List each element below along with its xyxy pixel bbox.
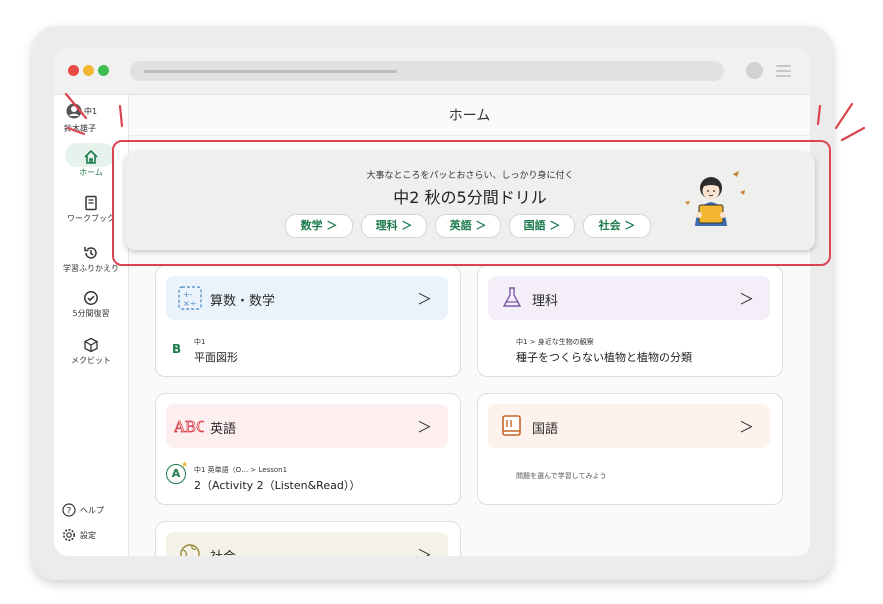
card-title: 国語: [532, 422, 559, 437]
sidebar-item-review[interactable]: 5分間復習: [54, 290, 128, 319]
card-header-math[interactable]: +- ×÷ 算数・数学 ＞: [166, 276, 448, 320]
settings-label: 設定: [80, 531, 96, 540]
drill-banner[interactable]: 大事なところをパッとおさらい、しっかり身に付く 中2 秋の5分間ドリル 数学 ＞…: [125, 152, 815, 250]
card-title: 算数・数学: [210, 294, 276, 309]
subject-card-english[interactable]: ABC 英語 ＞ A ★ 中1 英単語（O… > Lesson1 2（Activ…: [155, 393, 461, 505]
profile-circle-button[interactable]: [746, 62, 763, 79]
banner-science-button[interactable]: 理科 ＞: [361, 214, 427, 238]
subject-card-math[interactable]: +- ×÷ 算数・数学 ＞ B 中1 平面図形: [155, 265, 461, 377]
globe-icon: [180, 544, 200, 556]
sidebar-item-label: ワークブック: [67, 214, 115, 223]
attention-strokes-right: [816, 102, 866, 142]
abc-icon: ABC: [174, 418, 204, 437]
sidebar-item-history[interactable]: 学習ふりかえり: [54, 245, 128, 274]
help-label: ヘルプ: [80, 506, 104, 515]
sidebar-item-label: 5分間復習: [72, 309, 110, 318]
level-badge: B: [172, 342, 182, 356]
student-illustration: [685, 171, 745, 226]
arithmetic-icon: +-×÷: [178, 286, 202, 310]
sidebar-item-home[interactable]: ホーム: [54, 143, 128, 178]
attention-strokes-left: [64, 92, 124, 136]
history-icon: [84, 247, 97, 259]
chevron-right-icon: ＞: [738, 418, 754, 436]
card-detail: 種子をつくらない植物と植物の分類: [516, 351, 692, 364]
address-placeholder-line: [144, 70, 397, 73]
chevron-right-icon: ＞: [738, 290, 754, 308]
star-icon: ★: [181, 460, 189, 469]
card-meta: 中1 > 身近な生物の観察: [516, 338, 594, 346]
maximize-dot[interactable]: [98, 65, 109, 76]
home-icon: [84, 149, 98, 164]
hamburger-menu-icon[interactable]: [776, 65, 791, 77]
banner-english-button[interactable]: 英語 ＞: [435, 214, 501, 238]
sidebar-item-workbook[interactable]: ワークブック: [54, 195, 128, 224]
sidebar-item-label: メクビット: [71, 356, 111, 365]
chevron-right-icon: ＞: [416, 418, 432, 436]
card-detail: 2（Activity 2（Listen&Read））: [194, 479, 361, 492]
card-title: 社会: [210, 546, 236, 556]
subject-card-social[interactable]: 社会 ＞: [155, 521, 461, 556]
banner-japanese-button[interactable]: 国語 ＞: [509, 214, 575, 238]
sidebar-item-label: 学習ふりかえり: [63, 264, 119, 273]
card-detail: 平面図形: [194, 351, 238, 364]
browser-window: 中1 鈴木雄子 ホーム ワークブック 学習ふりかえり 5分間復習 メクビット ?…: [54, 48, 810, 556]
sidebar: 中1 鈴木雄子 ホーム ワークブック 学習ふりかえり 5分間復習 メクビット ?…: [54, 95, 129, 556]
chevron-right-icon: ＞: [416, 546, 432, 556]
card-detail: 問題を選んで学習してみよう: [516, 472, 607, 480]
svg-text:?: ?: [67, 507, 72, 517]
title-bar: [54, 48, 810, 95]
card-meta: 中1: [194, 338, 206, 346]
gear-icon: [63, 529, 75, 541]
card-header-science[interactable]: 理科 ＞: [488, 276, 770, 320]
close-dot[interactable]: [68, 65, 79, 76]
page-title: ホーム: [448, 108, 491, 124]
flask-icon: [502, 287, 522, 307]
chevron-right-icon: ＞: [416, 290, 432, 308]
card-header-social[interactable]: 社会 ＞: [166, 532, 448, 556]
card-meta: 中1 英単語（O… > Lesson1: [194, 466, 288, 474]
book-icon: [502, 415, 521, 436]
card-title: 英語: [210, 422, 237, 437]
sidebar-item-label: ホーム: [79, 168, 103, 177]
sidebar-item-mekubit[interactable]: メクビット: [54, 337, 128, 366]
check-circle-icon: [84, 291, 98, 305]
subject-card-japanese[interactable]: 国語 ＞ 問題を選んで学習してみよう: [477, 393, 783, 505]
svg-text:ABC: ABC: [174, 418, 204, 436]
svg-text:×÷: ×÷: [183, 299, 196, 308]
notebook-icon: [85, 195, 97, 211]
cube-icon: [84, 337, 98, 353]
card-header-japanese[interactable]: 国語 ＞: [488, 404, 770, 448]
minimize-dot[interactable]: [83, 65, 94, 76]
banner-math-button[interactable]: 数学 ＞: [285, 214, 353, 238]
subject-card-science[interactable]: 理科 ＞ 中1 > 身近な生物の観察 種子をつくらない植物と植物の分類: [477, 265, 783, 377]
card-title: 理科: [532, 294, 559, 309]
address-bar[interactable]: [130, 61, 724, 81]
header-divider: [129, 135, 810, 136]
banner-social-button[interactable]: 社会 ＞: [583, 214, 651, 238]
card-header-english[interactable]: ABC 英語 ＞: [166, 404, 448, 448]
help-icon: ?: [62, 503, 76, 517]
svg-text:+-: +-: [183, 290, 193, 299]
